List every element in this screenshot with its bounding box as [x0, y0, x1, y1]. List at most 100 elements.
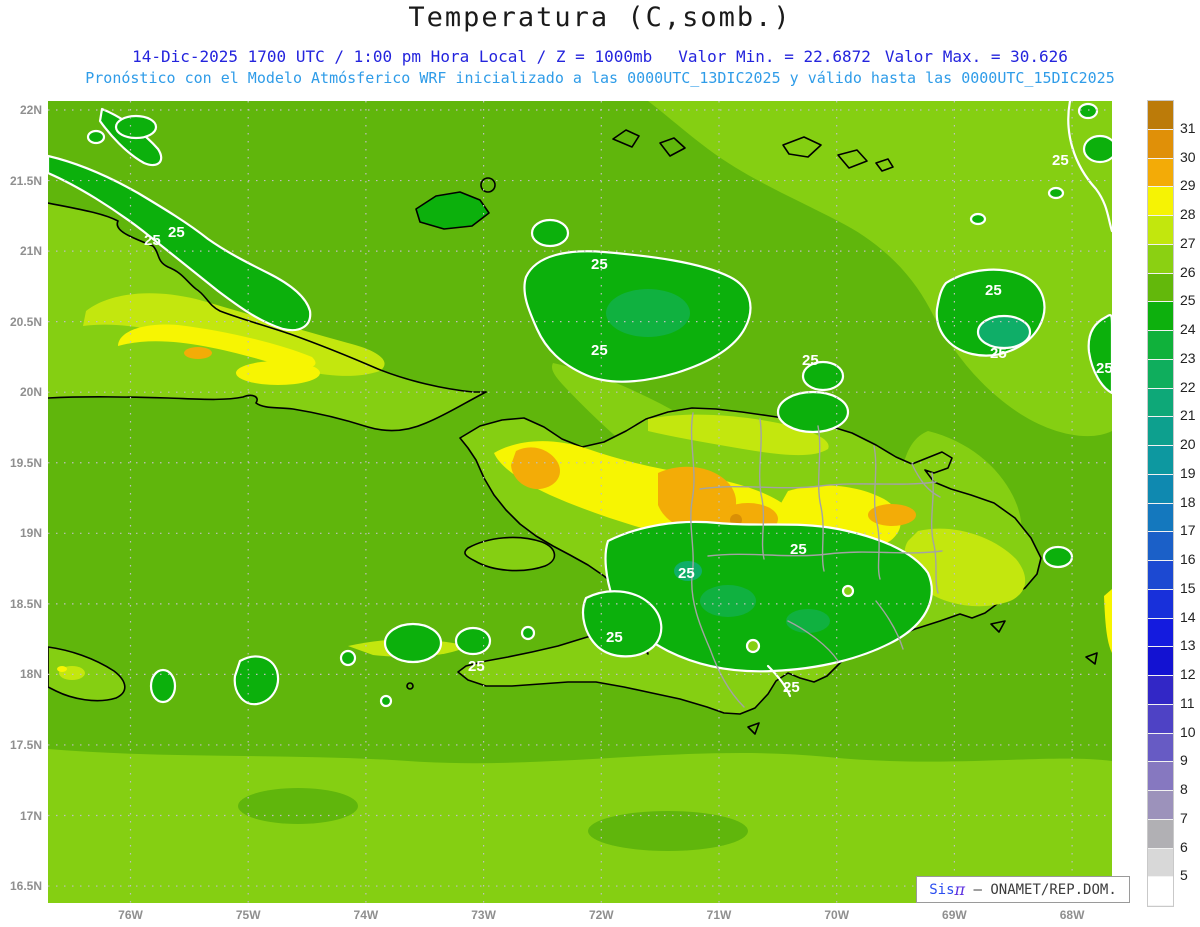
colorbar-cell [1148, 129, 1173, 159]
cuba-orange-spot [184, 347, 212, 359]
contour-label: 25 [1096, 360, 1112, 377]
lat-tick-label: 20.5N [9, 314, 42, 329]
attribution-text: – ONAMET/REP.DOM. [965, 881, 1117, 898]
colorbar-tick-label: 5 [1180, 867, 1188, 884]
contour-label: 25 [990, 345, 1007, 362]
colorbar-cell [1148, 216, 1173, 245]
colorbar-tick-label: 17 [1180, 522, 1196, 539]
lat-tick-label: 19.5N [9, 455, 42, 470]
lat-tick-label: 18N [19, 667, 42, 682]
colorbar-tick-label: 9 [1180, 752, 1188, 769]
colorbar-cell [1148, 848, 1173, 878]
lat-tick-label: 17N [19, 808, 42, 823]
colorbar-cell [1148, 791, 1173, 820]
contour-label: 25 [790, 541, 807, 558]
colorbar-tick-label: 10 [1180, 723, 1196, 740]
cool-blob [969, 212, 987, 226]
lon-tick-label: 76W [118, 908, 143, 922]
cool-blob [114, 114, 158, 140]
pi-symbol: π [954, 880, 966, 899]
contour-label: 25 [678, 565, 695, 582]
lon-tick-label: 72W [588, 908, 614, 922]
cool-blob [1077, 102, 1099, 120]
forecast-datetime: 14-Dic-2025 1700 UTC / 1:00 pm Hora Loca… [132, 47, 653, 66]
lon-tick-label: 74W [353, 908, 379, 922]
lat-tick-label: 21.5N [9, 173, 42, 188]
colorbar-cell [1148, 273, 1173, 303]
contour-label: 25 [802, 352, 819, 369]
colorbar-cell [1148, 158, 1173, 188]
colorbar-tick-label: 29 [1180, 177, 1196, 194]
cool-blob [233, 655, 280, 706]
colorbar-tick-label: 18 [1180, 493, 1196, 510]
colorbar-cell [1148, 589, 1173, 619]
colorbar-tick-label: 21 [1180, 407, 1196, 424]
lon-tick-label: 75W [235, 908, 261, 922]
colorbar-cell [1148, 302, 1173, 331]
cool-blob [86, 129, 106, 145]
lat-tick-label: 17.5N [9, 737, 42, 752]
colorbar-tick-label: 27 [1180, 234, 1196, 251]
temperature-colorbar [1147, 100, 1174, 907]
contour-label: 25 [606, 629, 623, 646]
colorbar-cell [1148, 618, 1173, 648]
colorbar-tick-label: 12 [1180, 666, 1196, 682]
colorbar-cell [1148, 187, 1173, 216]
colorbar-cell [1148, 647, 1173, 676]
contour-label: 25 [168, 224, 185, 241]
colorbar-cell [1148, 676, 1173, 705]
colorbar-cell [1148, 733, 1173, 763]
cool-blob [379, 694, 393, 708]
cool-blob [454, 626, 492, 656]
lat-tick-label: 18.5N [9, 596, 42, 611]
contour-label: 25 [783, 679, 800, 696]
colorbar-tick-label: 15 [1180, 579, 1196, 596]
colorbar-tick-label: 19 [1180, 464, 1196, 481]
contour-hole [841, 584, 855, 598]
cool-blob [149, 668, 177, 704]
colorbar-tick-label: 26 [1180, 263, 1196, 280]
colorbar-cell [1148, 474, 1173, 504]
colorbar-cell [1148, 877, 1173, 906]
colorbar-tick-labels: 31 30 29 28 27 26 25 24 23 22 21 20 19 18 17 16 15 14 13 12… [1180, 100, 1200, 905]
colorbar-tick-label: 20 [1180, 436, 1196, 452]
colorbar-cell [1148, 244, 1173, 274]
colorbar-cell [1148, 532, 1173, 561]
colorbar-cell [1148, 417, 1173, 446]
colorbar-tick-label: 16 [1180, 551, 1196, 567]
colorbar-tick-label: 22 [1180, 378, 1196, 395]
contour-label: 25 [144, 232, 161, 249]
colorbar-cell [1148, 446, 1173, 475]
contour-label: 25 [985, 282, 1002, 299]
colorbar-cell [1148, 331, 1173, 360]
cool-blob [1042, 545, 1074, 569]
colorbar-cell [1148, 561, 1173, 590]
cool-blob [520, 625, 536, 641]
lon-tick-label: 71W [706, 908, 732, 922]
colorbar-tick-label: 13 [1180, 637, 1196, 654]
lat-tick-label: 20N [19, 385, 42, 400]
colorbar-tick-label: 30 [1180, 148, 1196, 165]
cool-blob [383, 622, 443, 664]
cooler-inner-patch [700, 585, 756, 617]
cool-inner-ring [976, 314, 1032, 350]
lat-tick-label: 22N [19, 103, 42, 117]
lat-tick-label: 19N [19, 526, 42, 541]
attribution-box: Sis π – ONAMET/REP.DOM. [916, 876, 1130, 903]
lon-tick-label: 70W [824, 908, 850, 922]
colorbar-cell [1148, 503, 1173, 533]
attribution-brand: Sis [929, 881, 955, 898]
temperature-map: 25 25 25 25 25 25 25 25 25 25 25 25 25 2… [48, 101, 1112, 903]
colorbar-tick-label: 23 [1180, 349, 1196, 366]
value-max: Valor Max. = 30.626 [884, 47, 1068, 66]
contour-label: 25 [591, 256, 608, 273]
colorbar-tick-label: 11 [1180, 694, 1195, 711]
colorbar-tick-label: 24 [1180, 321, 1196, 337]
lat-tick-label: 16.5N [9, 879, 42, 894]
value-min: Valor Min. = 22.6872 [678, 47, 871, 66]
colorbar-cell [1148, 819, 1173, 849]
cooler-inner-patch [786, 609, 830, 633]
colorbar-cell [1148, 388, 1173, 418]
cool-blob [1082, 134, 1112, 164]
cool-blob-north-dr-coast [776, 390, 850, 434]
